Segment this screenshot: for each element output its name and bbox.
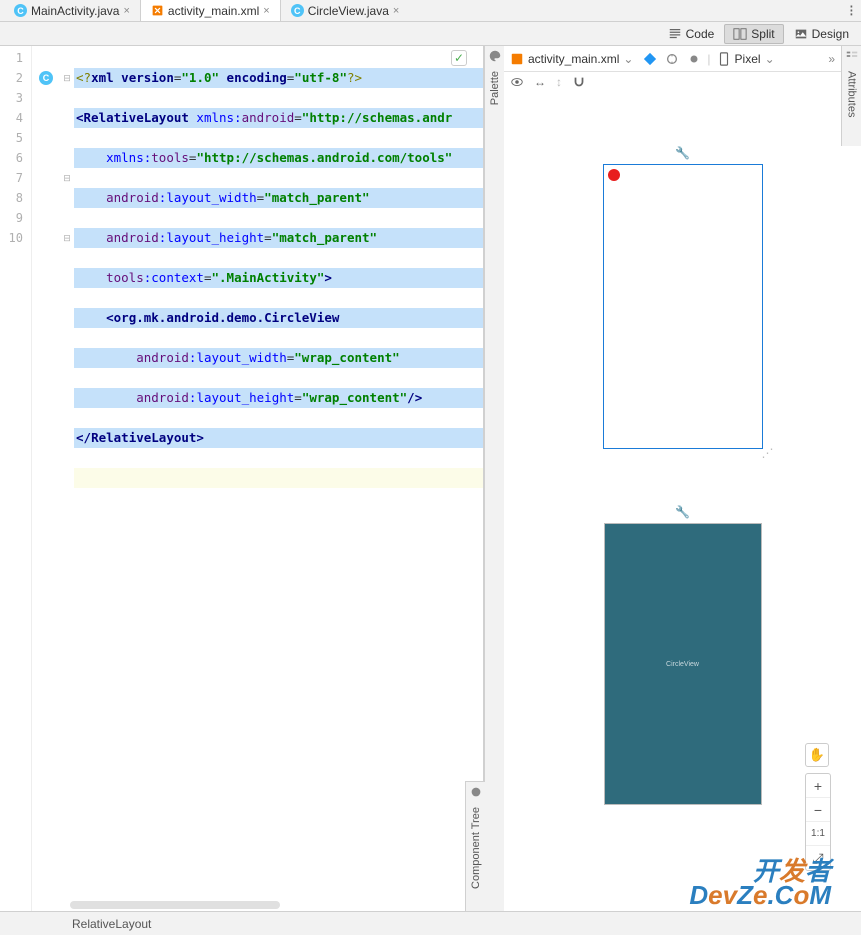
design-icon <box>794 27 808 41</box>
pan-button[interactable]: ✋ <box>805 743 829 767</box>
vertical-resize-icon[interactable]: ↕ <box>556 75 562 89</box>
circle-view-preview[interactable] <box>608 169 620 181</box>
zoom-in-button[interactable]: + <box>806 774 830 798</box>
watermark: 开发者 DevZe.CoM <box>689 859 831 907</box>
magnet-icon[interactable] <box>572 75 586 89</box>
night-mode-icon[interactable] <box>687 52 701 66</box>
tab-label: MainActivity.java <box>31 4 119 18</box>
view-mode-split[interactable]: Split <box>724 24 783 44</box>
tab-label: CircleView.java <box>308 4 389 18</box>
view-mode-bar: Code Split Design <box>0 22 861 46</box>
blueprint-view-label: CircleView <box>666 661 699 668</box>
tab-circle-view[interactable]: C CircleView.java × <box>281 0 410 21</box>
chevron-down-icon: ⌄ <box>623 52 633 66</box>
device-selector[interactable]: Pixel ⌄ <box>717 52 775 66</box>
chevron-down-icon: ⌄ <box>765 52 775 66</box>
resize-arrows-icon[interactable]: ↔ <box>534 75 546 89</box>
wrench-icon[interactable]: 🔧 <box>604 505 762 519</box>
fold-toggle-icon[interactable]: ⊟ <box>60 168 74 188</box>
palette-rail[interactable]: Palette <box>484 46 504 911</box>
view-mode-code[interactable]: Code <box>660 25 723 43</box>
blueprint-surface-device[interactable]: CircleView <box>604 523 762 805</box>
component-tree-rail[interactable]: Component Tree <box>465 781 485 911</box>
zoom-controls: ✋ + − 1:1 ⤢ <box>805 743 831 871</box>
marker-gutter: C <box>32 46 60 911</box>
orientation-icon[interactable] <box>665 52 679 66</box>
tab-main-activity[interactable]: C MainActivity.java × <box>4 0 140 21</box>
java-class-icon: C <box>291 4 304 17</box>
code-icon <box>668 27 682 41</box>
code-text[interactable]: <?xml version="1.0" encoding="utf-8"?> <… <box>74 46 483 911</box>
xml-layout-icon <box>510 52 524 66</box>
zoom-actual-button[interactable]: 1:1 <box>806 822 830 846</box>
close-icon[interactable]: × <box>393 5 399 17</box>
horizontal-scrollbar[interactable] <box>70 901 280 909</box>
tab-label: activity_main.xml <box>168 4 259 18</box>
code-editor[interactable]: 12345 678910 C ⊟ ⊟ ⊟ <?xml version="1.0" … <box>0 46 484 911</box>
tab-overflow-menu-icon[interactable]: ⁝ <box>849 1 855 21</box>
editor-tab-bar: C MainActivity.java × activity_main.xml … <box>0 0 861 22</box>
resize-handle-icon[interactable]: ⋰ <box>762 446 774 460</box>
preview-file-selector[interactable]: activity_main.xml ⌄ <box>510 52 633 66</box>
fold-close-icon[interactable]: ⊟ <box>60 228 74 248</box>
preview-secondary-toolbar: ↔ ↕ ? <box>504 72 861 92</box>
preview-toolbar: activity_main.xml ⌄ | Pixel ⌄ » ! <box>504 46 861 72</box>
main-split: 12345 678910 C ⊟ ⊟ ⊟ <?xml version="1.0" … <box>0 46 861 911</box>
design-surface-icon[interactable] <box>643 52 657 66</box>
class-marker-icon: C <box>39 71 53 85</box>
validation-ok-icon[interactable]: ✓ <box>451 50 467 66</box>
tab-activity-main-xml[interactable]: activity_main.xml × <box>140 0 281 21</box>
close-icon[interactable]: × <box>263 5 269 17</box>
close-icon[interactable]: × <box>123 5 129 17</box>
fold-gutter[interactable]: ⊟ ⊟ ⊟ <box>60 46 74 911</box>
xml-layout-icon <box>151 4 164 17</box>
split-icon <box>733 27 747 41</box>
design-preview: activity_main.xml ⌄ | Pixel ⌄ » ! ↔ ↕ <box>504 46 861 911</box>
wrench-icon[interactable]: 🔧 <box>603 146 763 160</box>
status-bar: RelativeLayout <box>0 911 861 935</box>
visibility-icon[interactable] <box>510 75 524 89</box>
palette-icon <box>488 49 502 63</box>
view-mode-design[interactable]: Design <box>786 25 857 43</box>
attributes-icon <box>845 49 859 63</box>
tree-icon <box>469 785 483 799</box>
line-number-gutter: 12345 678910 <box>0 46 32 911</box>
chevron-right-icon[interactable]: » <box>828 52 835 66</box>
fold-toggle-icon[interactable]: ⊟ <box>60 68 74 88</box>
zoom-out-button[interactable]: − <box>806 798 830 822</box>
breadcrumb[interactable]: RelativeLayout <box>72 917 151 931</box>
device-icon <box>717 52 731 66</box>
java-class-icon: C <box>14 4 27 17</box>
attributes-rail[interactable]: Attributes <box>841 46 861 146</box>
design-surface-device[interactable]: ⋰ <box>603 164 763 449</box>
